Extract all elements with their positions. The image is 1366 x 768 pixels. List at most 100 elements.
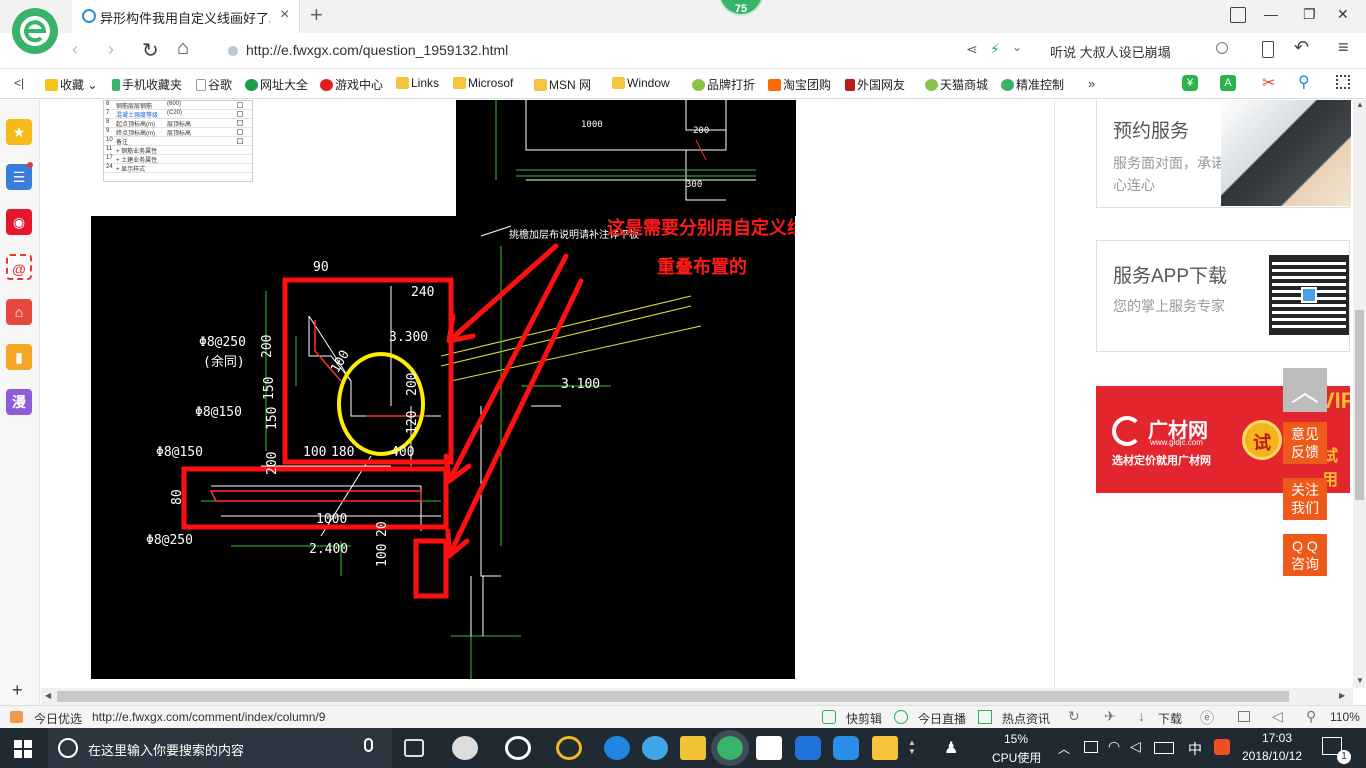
forward-icon[interactable]: › [108,39,114,60]
mail-app-icon[interactable] [756,736,782,760]
taskbar-search[interactable]: 在这里输入你要搜索的内容 [48,728,392,768]
lightning-icon[interactable]: ⚡ [990,41,1000,58]
apps-grid-icon[interactable] [1336,75,1350,89]
back-to-top-button[interactable]: ︿ [1283,368,1327,412]
vertical-scrollbar[interactable]: ▲ ▼ [1353,100,1366,688]
swirl-icon[interactable] [556,736,582,760]
notification-badge[interactable]: 75 [718,0,764,16]
chevron-down-icon[interactable]: ⌄ [1012,40,1022,54]
yen-icon[interactable]: ¥ [1182,75,1198,91]
ie-icon[interactable] [642,736,668,760]
sogou-icon[interactable] [1214,739,1230,755]
fav-item-mobile[interactable]: 手机收藏夹 [112,76,182,93]
magnifier-icon[interactable]: ⚲ [1298,72,1310,92]
status-item-live[interactable]: 今日直播 [918,710,966,727]
fav-item-tmall[interactable]: 天猫商城 [925,76,988,93]
shirt-icon[interactable] [1230,7,1246,23]
star-icon[interactable]: ★ [6,119,32,145]
gift-icon[interactable] [10,711,23,723]
person-icon[interactable]: ♟ [944,738,958,758]
fav-item-taobao[interactable]: 淘宝团购 [768,76,831,93]
mail-icon[interactable]: @ [6,254,32,280]
plus-app-icon[interactable] [833,736,859,760]
follow-us-button[interactable]: 关注我们 [1283,478,1327,520]
pin-icon[interactable]: ✈ [1104,708,1116,725]
share-icon[interactable]: ⋖ [966,41,978,58]
tray-up-icon[interactable]: ︿ [1058,740,1070,757]
game-icon[interactable]: ⌂ [6,299,32,325]
collapse-button[interactable]: <| [14,76,24,90]
sidebar-add-button[interactable]: + [12,680,23,701]
list-icon[interactable]: ☰ [6,164,32,190]
search-icon[interactable] [1216,42,1228,54]
close-button[interactable]: ✕ [1337,6,1349,23]
status-item-news[interactable]: 热点资讯 [1002,710,1050,727]
pinwheel-icon[interactable] [452,736,478,760]
scroll-right-icon[interactable]: ▶ [1339,691,1345,700]
horizontal-scrollbar[interactable]: ◀ ▶ [41,688,1353,705]
edge-icon[interactable] [604,736,630,760]
qq-consult-button[interactable]: Q Q咨询 [1283,534,1327,576]
phone-icon[interactable] [1262,41,1274,58]
fav-item-collect[interactable]: 收藏 ⌄ [45,76,97,93]
url-field[interactable]: http://e.fwxgx.com/question_1959132.html [246,42,508,58]
active-browser-icon[interactable] [711,730,749,766]
volume-icon[interactable]: ◁ [1272,708,1283,725]
tab-current[interactable]: 异形构件我用自定义线画好了。( × [72,0,300,33]
windows-start-icon[interactable] [14,740,32,758]
new-tab-button[interactable]: + [310,2,323,28]
ime-indicator[interactable]: 中 [1188,739,1202,759]
fav-item-microsoft[interactable]: Microsof [453,76,513,90]
more-favorites-button[interactable]: » [1088,76,1095,91]
service-card[interactable]: 预约服务 服务面对面，承诺心连心 [1096,100,1351,208]
zoom-level[interactable]: 110% [1330,710,1360,724]
scroll-down-icon[interactable]: ▼ [1356,676,1364,685]
translate-icon[interactable]: A [1220,75,1236,91]
tab-close-button[interactable]: × [280,6,289,24]
network-icon[interactable] [1084,741,1098,753]
scroll-left-icon[interactable]: ◀ [45,691,51,700]
fav-item-precise[interactable]: 精准控制 [1001,76,1064,93]
window-icon[interactable] [1238,711,1250,722]
home-icon[interactable]: ⌂ [177,37,189,60]
glodon-icon[interactable] [795,736,821,760]
bookmark-icon[interactable]: ▮ [6,344,32,370]
scissors-icon[interactable]: ✂ [1262,73,1275,93]
today-picks[interactable]: 今日优选 [34,710,82,727]
wifi-icon[interactable]: ◠ [1108,738,1120,755]
scroll-up-icon[interactable]: ▲ [1356,100,1364,109]
fav-item-brand[interactable]: 品牌打折 [692,76,755,93]
status-item-clip[interactable]: 快剪辑 [846,710,882,727]
ie-icon[interactable]: ⓔ [1200,708,1214,728]
restore-button[interactable]: ❐ [1303,6,1316,23]
clock-date[interactable]: 2018/10/12 [1242,749,1302,763]
clock-time[interactable]: 17:03 [1262,731,1292,745]
taskbar-overflow[interactable]: ▲ ▼ [908,738,916,756]
file-explorer-icon[interactable] [680,736,706,760]
app-download-card[interactable]: 服务APP下载 您的掌上服务专家 [1096,240,1350,352]
browser-e-icon[interactable] [505,736,531,760]
fav-item-google[interactable]: 谷歌 [196,76,232,93]
notes-app-icon[interactable] [872,736,898,760]
volume-icon[interactable]: ◁ [1130,738,1141,755]
back-icon[interactable]: ‹ [72,39,78,60]
comic-icon[interactable]: 漫 [6,389,32,415]
refresh-icon[interactable]: ↻ [142,38,159,63]
fav-item-msn[interactable]: MSN 网 [534,76,591,93]
keyboard-icon[interactable] [1154,742,1174,754]
fav-item-games[interactable]: 游戏中心 [320,76,383,93]
fav-item-foreign[interactable]: 外国网友 [845,76,905,93]
status-item-download[interactable]: 下载 [1158,710,1182,727]
weibo-icon[interactable]: ◉ [6,209,32,235]
fav-item-windows[interactable]: Window [612,76,670,90]
task-view-icon[interactable] [404,739,424,757]
fav-item-urls[interactable]: 网址大全 [245,76,308,93]
microphone-icon[interactable] [364,738,373,752]
minimize-button[interactable]: — [1264,6,1278,22]
feedback-button[interactable]: 意见反馈 [1283,422,1327,464]
browser-logo-icon[interactable] [12,8,58,54]
refresh-icon[interactable]: ↻ [1068,708,1080,725]
menu-icon[interactable]: ≡ [1338,37,1349,58]
undo-icon[interactable]: ↶ [1294,37,1309,58]
fav-item-links[interactable]: Links [396,76,439,90]
